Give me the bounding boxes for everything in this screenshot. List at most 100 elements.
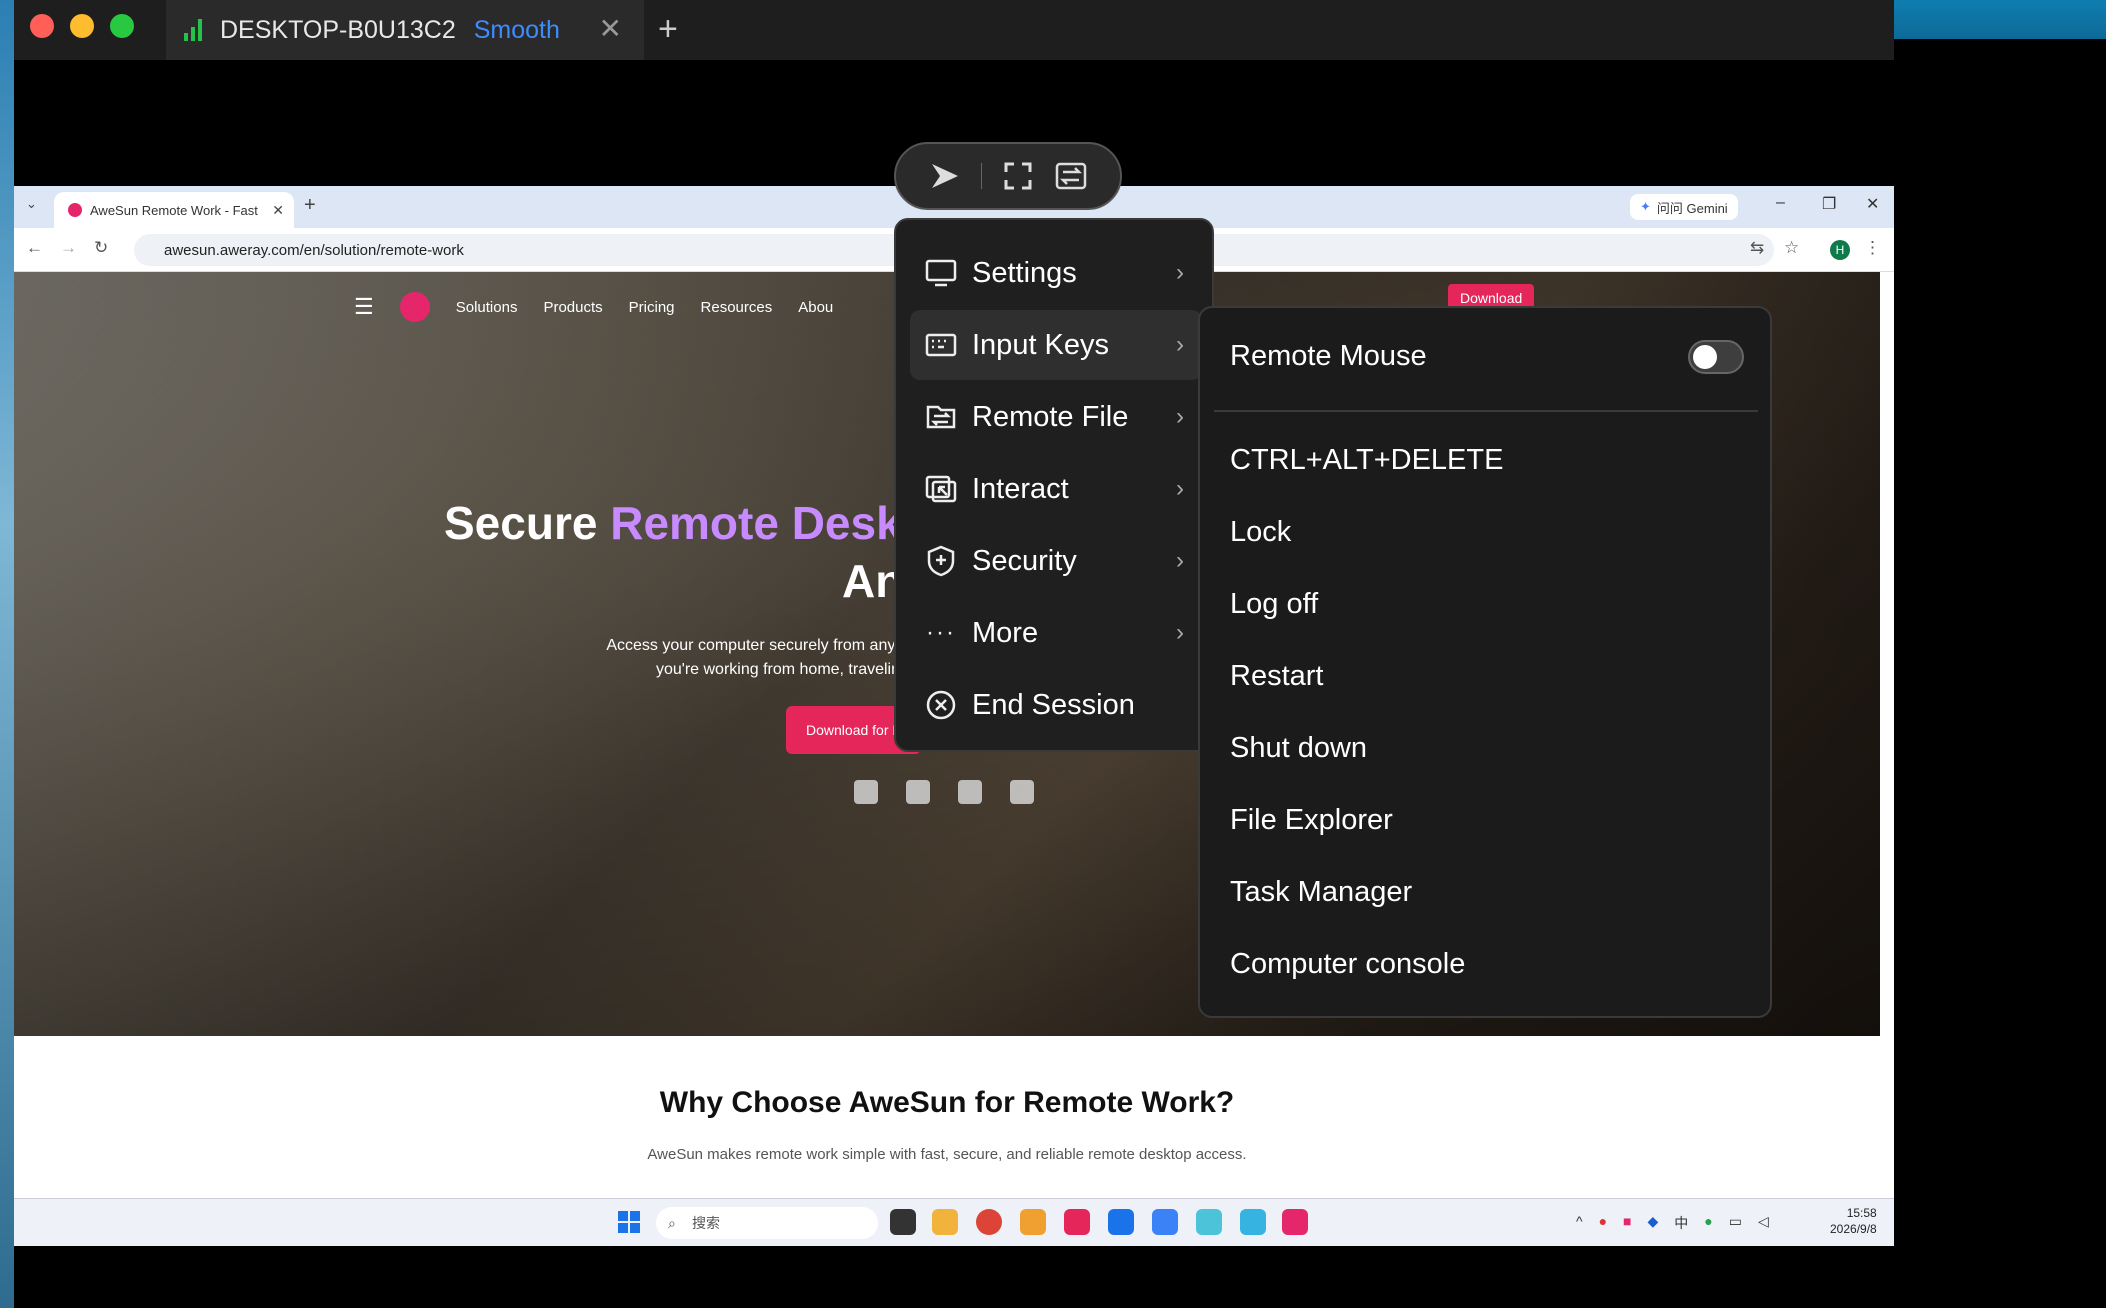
close-window-button[interactable] bbox=[30, 14, 54, 38]
gemini-button[interactable]: ✦ 问问 Gemini bbox=[1630, 194, 1738, 220]
menu-item-more[interactable]: ··· More › bbox=[910, 598, 1202, 668]
switch-display-icon[interactable] bbox=[1054, 159, 1088, 193]
nav-about[interactable]: Abou bbox=[798, 299, 833, 316]
volume-icon[interactable]: ◁ bbox=[1758, 1213, 1769, 1233]
nav-pricing[interactable]: Pricing bbox=[629, 299, 675, 316]
key-lock[interactable]: Lock bbox=[1230, 516, 1291, 549]
tray-app-icon[interactable]: ● bbox=[1704, 1213, 1712, 1233]
task-view-icon[interactable] bbox=[890, 1209, 916, 1235]
session-menu: Settings › Input Keys › Remote File › In… bbox=[894, 218, 1214, 752]
title-bar: DESKTOP-B0U13C2 Smooth ✕ + bbox=[0, 0, 1894, 60]
site-logo[interactable] bbox=[399, 292, 430, 322]
key-log-off[interactable]: Log off bbox=[1230, 588, 1318, 621]
maximize-window-button[interactable] bbox=[110, 14, 134, 38]
browser-close-icon[interactable]: ✕ bbox=[1866, 194, 1879, 214]
remote-mouse-toggle[interactable] bbox=[1688, 340, 1744, 374]
menu-item-end-session[interactable]: End Session bbox=[910, 670, 1202, 740]
tray-app-icon[interactable]: ■ bbox=[1623, 1213, 1631, 1233]
signal-strength-icon bbox=[184, 19, 202, 41]
monitor-icon bbox=[924, 256, 958, 290]
browser-menu-icon[interactable]: ⋮ bbox=[1864, 238, 1881, 258]
tray-shield-icon[interactable]: ◆ bbox=[1648, 1213, 1659, 1233]
more-icon: ··· bbox=[926, 619, 956, 646]
ime-indicator[interactable]: 中 bbox=[1674, 1213, 1688, 1233]
app-icon-5[interactable] bbox=[1196, 1209, 1222, 1235]
browser-tab[interactable]: AweSun Remote Work - Fast ✕ bbox=[54, 192, 294, 228]
session-host-name: DESKTOP-B0U13C2 bbox=[220, 15, 456, 44]
forward-arrow-icon[interactable]: → bbox=[60, 238, 77, 258]
back-arrow-icon[interactable]: ← bbox=[26, 238, 43, 258]
file-explorer-icon[interactable] bbox=[932, 1209, 958, 1235]
browser-tab-title: AweSun Remote Work - Fast bbox=[90, 202, 258, 218]
translate-icon[interactable]: ⇆ bbox=[1750, 238, 1764, 258]
key-task-manager[interactable]: Task Manager bbox=[1230, 876, 1412, 909]
bookmark-star-icon[interactable]: ☆ bbox=[1784, 238, 1799, 258]
new-tab-button[interactable]: + bbox=[658, 10, 678, 49]
why-section: Why Choose AweSun for Remote Work? AweSu… bbox=[14, 1086, 1880, 1163]
chevron-right-icon: › bbox=[1176, 403, 1184, 430]
tab-search-icon[interactable]: ⌄ bbox=[26, 196, 37, 212]
remote-client-window: DESKTOP-B0U13C2 Smooth ✕ + ⌄ AweSun Remo… bbox=[0, 0, 1894, 1308]
gemini-label: 问问 Gemini bbox=[1656, 200, 1728, 216]
android-icon[interactable] bbox=[1010, 780, 1034, 804]
menu-item-input-keys[interactable]: Input Keys › bbox=[910, 310, 1202, 380]
menu-item-interact[interactable]: Interact › bbox=[910, 454, 1202, 524]
key-ctrl-alt-delete[interactable]: CTRL+ALT+DELETE bbox=[1230, 444, 1503, 477]
os-icons bbox=[854, 780, 1034, 804]
nav-products[interactable]: Products bbox=[543, 299, 602, 316]
tab-close-icon[interactable]: ✕ bbox=[272, 202, 284, 219]
awesun-icon[interactable] bbox=[1282, 1209, 1308, 1235]
interact-icon bbox=[924, 472, 958, 506]
keyboard-icon bbox=[924, 328, 958, 362]
network-icon[interactable]: ▭ bbox=[1729, 1213, 1742, 1233]
hero-title: Secure Remote Desk bbox=[444, 497, 902, 549]
nav-resources[interactable]: Resources bbox=[701, 299, 773, 316]
floating-toolbar bbox=[894, 142, 1122, 210]
remote-mouse-label: Remote Mouse bbox=[1230, 340, 1427, 372]
reload-icon[interactable]: ↻ bbox=[94, 238, 108, 258]
menu-item-security[interactable]: Security › bbox=[910, 526, 1202, 596]
windows-icon[interactable] bbox=[854, 780, 878, 804]
chevron-right-icon: › bbox=[1176, 547, 1184, 574]
browser-restore-icon[interactable]: ❐ bbox=[1822, 194, 1836, 214]
fullscreen-icon[interactable] bbox=[1001, 159, 1035, 193]
chrome-icon[interactable] bbox=[976, 1209, 1002, 1235]
profile-avatar[interactable]: H bbox=[1830, 240, 1850, 260]
hamburger-icon[interactable]: ☰ bbox=[354, 294, 374, 320]
why-title: Why Choose AweSun for Remote Work? bbox=[659, 1086, 1235, 1119]
session-quality[interactable]: Smooth bbox=[474, 16, 560, 45]
desktop-background bbox=[1892, 0, 2106, 1308]
new-browser-tab-icon[interactable]: + bbox=[304, 194, 316, 217]
app-icon-1[interactable] bbox=[1020, 1209, 1046, 1235]
key-shut-down[interactable]: Shut down bbox=[1230, 732, 1367, 765]
nav-solutions[interactable]: Solutions bbox=[456, 299, 518, 316]
sparkle-icon: ✦ bbox=[1640, 199, 1651, 214]
app-icon-4[interactable] bbox=[1152, 1209, 1178, 1235]
app-icon-2[interactable] bbox=[1064, 1209, 1090, 1235]
close-tab-icon[interactable]: ✕ bbox=[599, 12, 622, 45]
browser-minimize-icon[interactable]: – bbox=[1776, 194, 1785, 212]
app-icon-3[interactable] bbox=[1108, 1209, 1134, 1235]
menu-item-remote-file[interactable]: Remote File › bbox=[910, 382, 1202, 452]
awesun-logo-icon[interactable] bbox=[928, 159, 962, 193]
windows-start-icon[interactable] bbox=[618, 1211, 640, 1233]
session-tab[interactable]: DESKTOP-B0U13C2 Smooth ✕ bbox=[166, 0, 644, 60]
chevron-right-icon: › bbox=[1176, 619, 1184, 646]
apple-icon[interactable] bbox=[906, 780, 930, 804]
app-icon-6[interactable] bbox=[1240, 1209, 1266, 1235]
key-restart[interactable]: Restart bbox=[1230, 660, 1323, 693]
key-file-explorer[interactable]: File Explorer bbox=[1230, 804, 1393, 837]
taskbar-search-placeholder: 搜索 bbox=[692, 1215, 720, 1231]
minimize-window-button[interactable] bbox=[70, 14, 94, 38]
site-nav: ☰ Solutions Products Pricing Resources A… bbox=[354, 292, 833, 322]
key-computer-console[interactable]: Computer console bbox=[1230, 948, 1465, 981]
why-subtitle: AweSun makes remote work simple with fas… bbox=[647, 1146, 1247, 1163]
chevron-right-icon: › bbox=[1176, 475, 1184, 502]
tray-app-icon[interactable]: ● bbox=[1599, 1213, 1607, 1233]
ios-icon[interactable] bbox=[958, 780, 982, 804]
menu-item-settings[interactable]: Settings › bbox=[910, 238, 1202, 308]
url-text: awesun.aweray.com/en/solution/remote-wor… bbox=[164, 241, 464, 259]
taskbar-clock[interactable]: 15:58 2026/9/8 bbox=[1830, 1205, 1877, 1237]
tray-expand-icon[interactable]: ^ bbox=[1576, 1213, 1583, 1233]
taskbar-search[interactable]: ⌕ 搜索 bbox=[656, 1207, 878, 1239]
